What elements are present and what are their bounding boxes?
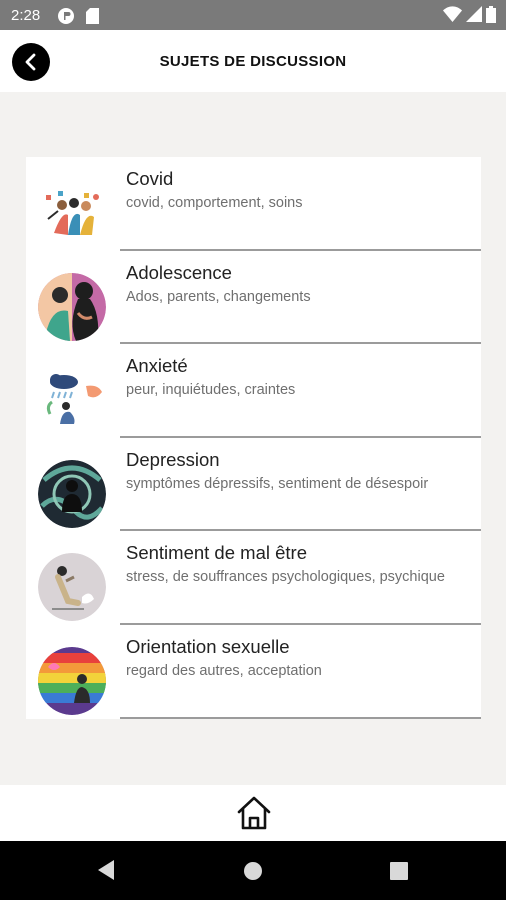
bottom-bar: [0, 785, 506, 841]
topic-subtitle: stress, de souffrances psychologiques, p…: [126, 569, 445, 586]
status-right-group: [442, 6, 496, 24]
battery-icon: [486, 6, 496, 23]
status-bar: 2:28: [0, 0, 506, 30]
topic-subtitle: Ados, parents, changements: [126, 288, 311, 305]
orientation-illustration-icon: [38, 646, 106, 715]
header: SUJETS DE DISCUSSION: [0, 30, 506, 92]
topic-title: Sentiment de mal être: [126, 542, 307, 564]
adolescence-illustration-icon: [38, 272, 106, 341]
topic-title: Covid: [126, 168, 174, 189]
home-button[interactable]: [235, 794, 273, 832]
signal-icon: [465, 6, 482, 22]
topic-item-covid[interactable]: Covid covid, comportement, soins: [26, 157, 481, 251]
row-divider: [120, 716, 481, 719]
topic-title: Orientation sexuelle: [126, 635, 290, 657]
back-triangle-icon[interactable]: [96, 859, 116, 881]
topic-item-adolescence[interactable]: Adolescence Ados, parents, changements: [26, 251, 481, 345]
topic-item-orientation[interactable]: Orientation sexuelle regard des autres, …: [26, 625, 481, 719]
home-icon: [237, 796, 271, 830]
depression-illustration-icon: [38, 459, 106, 528]
app-notification-icon: [58, 8, 74, 24]
anxiety-illustration-icon: [38, 366, 106, 435]
system-nav-bar: [0, 841, 506, 900]
topic-title: Adolescence: [126, 261, 232, 283]
sd-card-icon: [86, 8, 99, 24]
topic-list: Covid covid, comportement, soins Adolesc…: [26, 157, 481, 719]
topic-item-mal-etre[interactable]: Sentiment de mal être stress, de souffra…: [26, 531, 481, 625]
topic-item-anxiete[interactable]: Anxieté peur, inquiétudes, craintes: [26, 344, 481, 438]
topic-subtitle: symptômes dépressifs, sentiment de déses…: [126, 475, 429, 492]
home-circle-icon[interactable]: [243, 861, 263, 881]
covid-illustration-icon: [38, 179, 106, 247]
topic-subtitle: regard des autres, acceptation: [126, 662, 322, 679]
page-title: SUJETS DE DISCUSSION: [159, 53, 347, 70]
recents-square-icon[interactable]: [390, 862, 408, 880]
topic-title: Depression: [126, 448, 220, 470]
wifi-icon: [442, 6, 462, 22]
status-time: 2:28: [11, 7, 41, 24]
topic-title: Anxieté: [126, 355, 188, 377]
topic-item-depression[interactable]: Depression symptômes dépressifs, sentime…: [26, 438, 481, 532]
topic-subtitle: covid, comportement, soins: [126, 195, 303, 211]
topic-subtitle: peur, inquiétudes, craintes: [126, 382, 296, 399]
malaise-illustration-icon: [38, 553, 106, 622]
